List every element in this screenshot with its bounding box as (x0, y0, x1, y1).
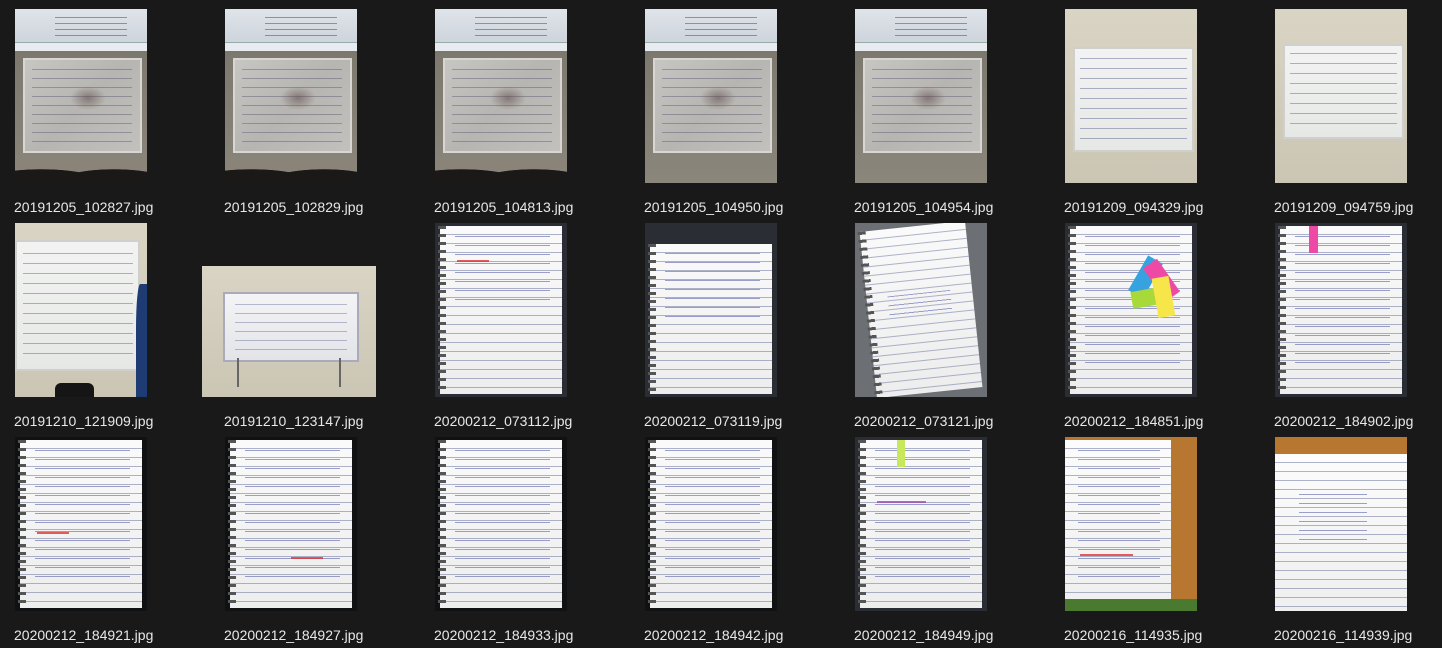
file-name: 20191205_102829.jpg (224, 199, 364, 215)
file-tile[interactable]: 20200212_184921.jpg (2, 434, 212, 648)
file-grid: 20191205_102827.jpg 20191205_102829.jpg … (0, 0, 1442, 643)
file-tile[interactable]: 20191205_102827.jpg (2, 6, 212, 220)
file-name: 20200216_114939.jpg (1274, 627, 1413, 643)
thumbnail-image (435, 437, 567, 611)
thumbnail-image (855, 437, 987, 611)
thumbnail-image (225, 9, 357, 183)
file-tile[interactable]: 20200212_184942.jpg (632, 434, 842, 648)
file-tile[interactable]: 20200212_184927.jpg (212, 434, 422, 648)
file-name: 20200212_073119.jpg (644, 413, 783, 429)
file-name: 20200212_073112.jpg (434, 413, 573, 429)
file-name: 20200212_073121.jpg (854, 413, 994, 429)
thumbnail-image (202, 266, 376, 397)
thumbnail-image (15, 9, 147, 183)
thumbnail-image (435, 9, 567, 183)
file-tile[interactable]: 20191205_104954.jpg (842, 6, 1052, 220)
thumbnail-image (645, 9, 777, 183)
file-tile[interactable]: 20191209_094329.jpg (1052, 6, 1262, 220)
thumbnail-image (1065, 223, 1197, 397)
thumbnail-image (855, 223, 987, 397)
file-tile[interactable]: 20200212_073119.jpg (632, 220, 842, 434)
thumbnail-image (645, 223, 777, 397)
thumbnail-image (15, 437, 147, 611)
file-tile[interactable]: 20200212_184933.jpg (422, 434, 632, 648)
file-name: 20191205_104950.jpg (644, 199, 784, 215)
thumbnail-image (1065, 9, 1197, 183)
file-tile[interactable]: 20191210_121909.jpg (2, 220, 212, 434)
file-tile[interactable]: 20191205_104950.jpg (632, 6, 842, 220)
file-tile[interactable]: 20191210_123147.jpg (202, 220, 422, 434)
file-name: 20191205_104954.jpg (854, 199, 994, 215)
thumbnail-image (15, 223, 147, 397)
file-name: 20191205_104813.jpg (434, 199, 574, 215)
file-name: 20191209_094329.jpg (1064, 199, 1204, 215)
thumbnail-image (435, 223, 567, 397)
file-name: 20200212_184902.jpg (1274, 413, 1414, 429)
file-name: 20200216_114935.jpg (1064, 627, 1203, 643)
file-name: 20200212_184933.jpg (434, 627, 574, 643)
file-tile[interactable]: 20200212_184902.jpg (1262, 220, 1442, 434)
file-tile[interactable]: 20200212_073112.jpg (422, 220, 632, 434)
file-name: 20191210_123147.jpg (224, 413, 364, 429)
thumbnail-image (1065, 437, 1197, 611)
file-name: 20200212_184942.jpg (644, 627, 784, 643)
file-name: 20200212_184949.jpg (854, 627, 994, 643)
file-name: 20191210_121909.jpg (14, 413, 154, 429)
file-name: 20200212_184851.jpg (1064, 413, 1204, 429)
file-tile[interactable]: 20191205_102829.jpg (212, 6, 422, 220)
file-name: 20191209_094759.jpg (1274, 199, 1414, 215)
file-tile[interactable]: 20191205_104813.jpg (422, 6, 632, 220)
thumbnail-image (225, 437, 357, 611)
thumbnail-image (645, 437, 777, 611)
file-tile[interactable]: 20191209_094759.jpg (1262, 6, 1442, 220)
thumbnail-image (1275, 437, 1407, 611)
file-name: 20200212_184927.jpg (224, 627, 364, 643)
thumbnail-image (1275, 223, 1407, 397)
file-tile[interactable]: 20200216_114935.jpg (1052, 434, 1262, 648)
file-tile[interactable]: 20200216_114939.jpg (1262, 434, 1442, 648)
thumbnail-image (855, 9, 987, 183)
file-tile[interactable]: 20200212_184949.jpg (842, 434, 1052, 648)
thumbnail-image (1275, 9, 1407, 183)
file-tile[interactable]: 20200212_184851.jpg (1052, 220, 1262, 434)
file-name: 20200212_184921.jpg (14, 627, 154, 643)
file-name: 20191205_102827.jpg (14, 199, 154, 215)
file-tile[interactable]: 20200212_073121.jpg (842, 220, 1052, 434)
